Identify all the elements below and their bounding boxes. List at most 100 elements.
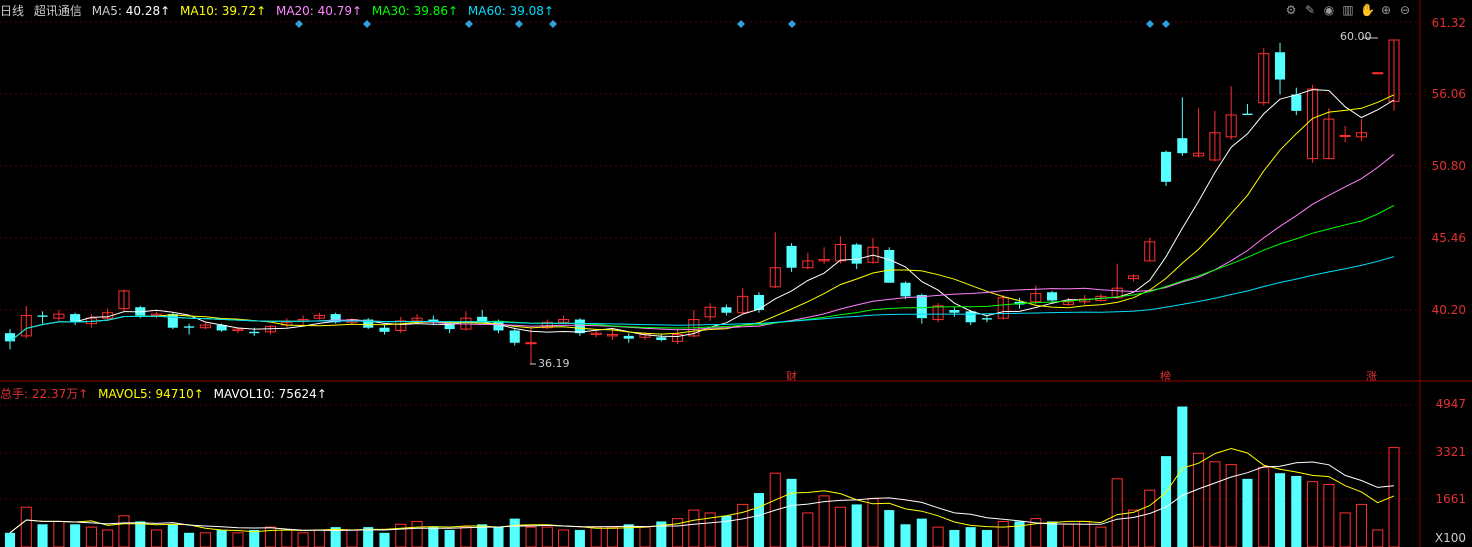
volume-bar bbox=[1079, 520, 1091, 547]
volume-bar bbox=[884, 510, 895, 547]
candle-body bbox=[379, 327, 390, 332]
volume-bar bbox=[786, 478, 797, 547]
candle-body bbox=[884, 250, 895, 283]
volume-bar bbox=[281, 529, 293, 547]
volume-bar bbox=[1095, 526, 1107, 547]
volume-bar bbox=[297, 532, 309, 547]
volume-bar bbox=[1209, 461, 1221, 547]
candle-body bbox=[656, 337, 667, 340]
info-diamond-icon bbox=[515, 20, 523, 28]
volume-bar bbox=[313, 529, 325, 547]
candle-body bbox=[249, 331, 260, 334]
volume-bar bbox=[541, 526, 553, 547]
volume-bar bbox=[1323, 484, 1335, 547]
volume-bar bbox=[916, 518, 927, 547]
ma-line-ma30 bbox=[9, 204, 1395, 342]
volume-bar bbox=[1111, 478, 1123, 547]
volume-bar bbox=[525, 526, 537, 547]
candle-body bbox=[1339, 134, 1351, 137]
volume-bar bbox=[346, 529, 358, 547]
candle-body bbox=[574, 319, 585, 334]
info-diamond-icon bbox=[295, 20, 303, 28]
candle-body bbox=[786, 245, 797, 268]
volume-bar bbox=[1177, 406, 1188, 547]
volume-bar bbox=[411, 520, 423, 547]
kline-chart[interactable] bbox=[0, 0, 1472, 547]
volume-bar bbox=[1339, 512, 1351, 547]
volume-bar bbox=[1291, 476, 1302, 547]
volume-bar bbox=[802, 512, 814, 547]
volume-bar bbox=[428, 527, 439, 547]
candle-body bbox=[981, 318, 992, 320]
volume-bar bbox=[379, 532, 390, 547]
volume-bar bbox=[981, 529, 992, 547]
volume-bar bbox=[70, 524, 81, 547]
volume-bar bbox=[867, 498, 879, 547]
volume-bar bbox=[1258, 466, 1270, 547]
volume-bar bbox=[606, 526, 618, 547]
candle-body bbox=[900, 282, 911, 297]
ma-line-ma20 bbox=[9, 153, 1395, 342]
volume-bar bbox=[509, 518, 520, 547]
candle-body bbox=[37, 315, 48, 317]
candle-body bbox=[965, 311, 976, 323]
volume-bar bbox=[965, 527, 976, 547]
volume-bar bbox=[1274, 473, 1286, 547]
info-diamond-icon bbox=[1146, 20, 1154, 28]
candle-body bbox=[1177, 138, 1188, 154]
candle-body bbox=[949, 310, 960, 313]
info-diamond-icon bbox=[1162, 20, 1170, 28]
candle-body bbox=[1274, 52, 1286, 80]
candle-body bbox=[167, 314, 178, 328]
volume-bar bbox=[558, 529, 570, 547]
candle-body bbox=[1372, 72, 1384, 75]
info-diamond-icon bbox=[363, 20, 371, 28]
volume-bar bbox=[493, 527, 504, 547]
candle-body bbox=[1160, 151, 1172, 182]
candle-body bbox=[1242, 113, 1253, 115]
volume-bar bbox=[216, 529, 227, 547]
volume-bar bbox=[1062, 523, 1074, 547]
candle-body bbox=[509, 330, 520, 343]
volume-bar bbox=[249, 529, 260, 547]
volume-bar bbox=[37, 524, 48, 547]
candle-body bbox=[184, 326, 195, 328]
candle-body bbox=[1291, 94, 1302, 111]
volume-bar bbox=[574, 529, 585, 547]
candle-body bbox=[623, 335, 634, 339]
info-diamond-icon bbox=[465, 20, 473, 28]
volume-bar bbox=[85, 526, 97, 547]
volume-bar bbox=[4, 532, 16, 547]
volume-bar bbox=[949, 529, 960, 547]
volume-bar bbox=[184, 532, 195, 547]
ma-line-ma10 bbox=[9, 94, 1395, 342]
volume-bar bbox=[444, 529, 455, 547]
volume-bar bbox=[118, 515, 130, 547]
volume-bar bbox=[900, 524, 911, 547]
volume-bar bbox=[1242, 478, 1253, 547]
volume-bar bbox=[1047, 521, 1058, 547]
volume-bar bbox=[1355, 503, 1367, 547]
info-diamond-icon bbox=[549, 20, 557, 28]
volume-bar bbox=[1127, 509, 1140, 547]
volume-bar bbox=[1160, 456, 1172, 547]
volume-bar bbox=[590, 526, 602, 547]
volume-bar bbox=[150, 529, 163, 547]
volume-bar bbox=[639, 526, 651, 547]
volume-bar bbox=[199, 532, 211, 547]
info-diamond-icon bbox=[737, 20, 745, 28]
volume-bar bbox=[20, 506, 32, 547]
volume-bar bbox=[135, 521, 146, 547]
volume-bar bbox=[834, 506, 846, 547]
volume-bar bbox=[53, 520, 65, 547]
volume-bar bbox=[460, 526, 472, 547]
candle-body bbox=[916, 295, 927, 319]
candle-body bbox=[4, 333, 16, 342]
volume-bar bbox=[232, 532, 244, 547]
volume-bar bbox=[753, 493, 765, 547]
volume-bar bbox=[997, 520, 1009, 547]
volume-bar bbox=[851, 504, 862, 547]
volume-bar bbox=[1307, 481, 1319, 547]
candle-body bbox=[851, 244, 862, 264]
volume-bar bbox=[1193, 452, 1205, 547]
